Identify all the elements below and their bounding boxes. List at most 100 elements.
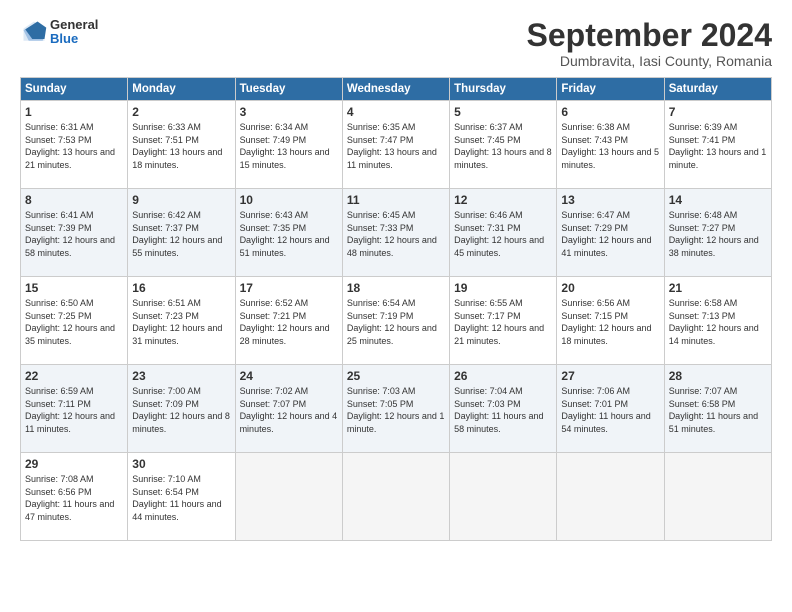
day-info: Sunrise: 7:08 AM Sunset: 6:56 PM Dayligh… — [25, 473, 123, 523]
day-number: 12 — [454, 193, 552, 207]
weekday-header: Saturday — [664, 78, 771, 101]
day-number: 26 — [454, 369, 552, 383]
day-number: 11 — [347, 193, 445, 207]
logo-general: General — [50, 18, 98, 32]
calendar-cell: 15 Sunrise: 6:50 AM Sunset: 7:25 PM Dayl… — [21, 277, 128, 365]
calendar-cell: 3 Sunrise: 6:34 AM Sunset: 7:49 PM Dayli… — [235, 101, 342, 189]
month-title: September 2024 — [527, 18, 772, 53]
calendar-cell: 11 Sunrise: 6:45 AM Sunset: 7:33 PM Dayl… — [342, 189, 449, 277]
page: General Blue September 2024 Dumbravita, … — [0, 0, 792, 612]
calendar-week-row: 29 Sunrise: 7:08 AM Sunset: 6:56 PM Dayl… — [21, 453, 772, 541]
calendar-cell: 29 Sunrise: 7:08 AM Sunset: 6:56 PM Dayl… — [21, 453, 128, 541]
calendar-cell: 20 Sunrise: 6:56 AM Sunset: 7:15 PM Dayl… — [557, 277, 664, 365]
day-number: 17 — [240, 281, 338, 295]
calendar-cell: 13 Sunrise: 6:47 AM Sunset: 7:29 PM Dayl… — [557, 189, 664, 277]
calendar-cell: 8 Sunrise: 6:41 AM Sunset: 7:39 PM Dayli… — [21, 189, 128, 277]
day-number: 5 — [454, 105, 552, 119]
day-info: Sunrise: 6:41 AM Sunset: 7:39 PM Dayligh… — [25, 209, 123, 259]
day-info: Sunrise: 6:33 AM Sunset: 7:51 PM Dayligh… — [132, 121, 230, 171]
day-number: 10 — [240, 193, 338, 207]
calendar-cell: 17 Sunrise: 6:52 AM Sunset: 7:21 PM Dayl… — [235, 277, 342, 365]
day-number: 22 — [25, 369, 123, 383]
weekday-header: Wednesday — [342, 78, 449, 101]
calendar: SundayMondayTuesdayWednesdayThursdayFrid… — [20, 77, 772, 541]
day-number: 13 — [561, 193, 659, 207]
day-info: Sunrise: 7:04 AM Sunset: 7:03 PM Dayligh… — [454, 385, 552, 435]
calendar-cell: 2 Sunrise: 6:33 AM Sunset: 7:51 PM Dayli… — [128, 101, 235, 189]
day-info: Sunrise: 6:51 AM Sunset: 7:23 PM Dayligh… — [132, 297, 230, 347]
day-info: Sunrise: 6:50 AM Sunset: 7:25 PM Dayligh… — [25, 297, 123, 347]
day-info: Sunrise: 6:56 AM Sunset: 7:15 PM Dayligh… — [561, 297, 659, 347]
logo-icon — [20, 18, 48, 46]
calendar-cell: 16 Sunrise: 6:51 AM Sunset: 7:23 PM Dayl… — [128, 277, 235, 365]
day-number: 7 — [669, 105, 767, 119]
calendar-cell — [557, 453, 664, 541]
day-number: 28 — [669, 369, 767, 383]
calendar-week-row: 15 Sunrise: 6:50 AM Sunset: 7:25 PM Dayl… — [21, 277, 772, 365]
weekday-header: Friday — [557, 78, 664, 101]
day-info: Sunrise: 6:34 AM Sunset: 7:49 PM Dayligh… — [240, 121, 338, 171]
calendar-cell: 18 Sunrise: 6:54 AM Sunset: 7:19 PM Dayl… — [342, 277, 449, 365]
day-info: Sunrise: 6:37 AM Sunset: 7:45 PM Dayligh… — [454, 121, 552, 171]
day-number: 2 — [132, 105, 230, 119]
logo-text: General Blue — [50, 18, 98, 47]
day-info: Sunrise: 7:10 AM Sunset: 6:54 PM Dayligh… — [132, 473, 230, 523]
day-info: Sunrise: 7:03 AM Sunset: 7:05 PM Dayligh… — [347, 385, 445, 435]
calendar-cell — [235, 453, 342, 541]
calendar-cell: 21 Sunrise: 6:58 AM Sunset: 7:13 PM Dayl… — [664, 277, 771, 365]
calendar-cell — [342, 453, 449, 541]
calendar-cell: 23 Sunrise: 7:00 AM Sunset: 7:09 PM Dayl… — [128, 365, 235, 453]
calendar-cell: 6 Sunrise: 6:38 AM Sunset: 7:43 PM Dayli… — [557, 101, 664, 189]
calendar-cell: 25 Sunrise: 7:03 AM Sunset: 7:05 PM Dayl… — [342, 365, 449, 453]
day-info: Sunrise: 6:54 AM Sunset: 7:19 PM Dayligh… — [347, 297, 445, 347]
calendar-week-row: 22 Sunrise: 6:59 AM Sunset: 7:11 PM Dayl… — [21, 365, 772, 453]
day-info: Sunrise: 6:48 AM Sunset: 7:27 PM Dayligh… — [669, 209, 767, 259]
weekday-header: Monday — [128, 78, 235, 101]
day-number: 29 — [25, 457, 123, 471]
day-info: Sunrise: 6:58 AM Sunset: 7:13 PM Dayligh… — [669, 297, 767, 347]
day-number: 21 — [669, 281, 767, 295]
day-info: Sunrise: 6:35 AM Sunset: 7:47 PM Dayligh… — [347, 121, 445, 171]
calendar-cell: 4 Sunrise: 6:35 AM Sunset: 7:47 PM Dayli… — [342, 101, 449, 189]
calendar-cell: 30 Sunrise: 7:10 AM Sunset: 6:54 PM Dayl… — [128, 453, 235, 541]
weekday-header-row: SundayMondayTuesdayWednesdayThursdayFrid… — [21, 78, 772, 101]
calendar-cell: 24 Sunrise: 7:02 AM Sunset: 7:07 PM Dayl… — [235, 365, 342, 453]
calendar-cell: 28 Sunrise: 7:07 AM Sunset: 6:58 PM Dayl… — [664, 365, 771, 453]
calendar-cell — [664, 453, 771, 541]
day-number: 24 — [240, 369, 338, 383]
calendar-cell: 26 Sunrise: 7:04 AM Sunset: 7:03 PM Dayl… — [450, 365, 557, 453]
logo: General Blue — [20, 18, 98, 47]
day-number: 27 — [561, 369, 659, 383]
calendar-cell: 19 Sunrise: 6:55 AM Sunset: 7:17 PM Dayl… — [450, 277, 557, 365]
day-number: 3 — [240, 105, 338, 119]
day-number: 18 — [347, 281, 445, 295]
day-info: Sunrise: 6:43 AM Sunset: 7:35 PM Dayligh… — [240, 209, 338, 259]
day-info: Sunrise: 7:02 AM Sunset: 7:07 PM Dayligh… — [240, 385, 338, 435]
day-info: Sunrise: 6:55 AM Sunset: 7:17 PM Dayligh… — [454, 297, 552, 347]
location: Dumbravita, Iasi County, Romania — [527, 53, 772, 69]
day-info: Sunrise: 6:59 AM Sunset: 7:11 PM Dayligh… — [25, 385, 123, 435]
day-number: 6 — [561, 105, 659, 119]
day-number: 1 — [25, 105, 123, 119]
day-info: Sunrise: 7:00 AM Sunset: 7:09 PM Dayligh… — [132, 385, 230, 435]
day-info: Sunrise: 7:06 AM Sunset: 7:01 PM Dayligh… — [561, 385, 659, 435]
logo-blue: Blue — [50, 32, 98, 46]
day-info: Sunrise: 6:45 AM Sunset: 7:33 PM Dayligh… — [347, 209, 445, 259]
day-number: 9 — [132, 193, 230, 207]
calendar-cell: 5 Sunrise: 6:37 AM Sunset: 7:45 PM Dayli… — [450, 101, 557, 189]
weekday-header: Sunday — [21, 78, 128, 101]
day-info: Sunrise: 6:42 AM Sunset: 7:37 PM Dayligh… — [132, 209, 230, 259]
day-number: 4 — [347, 105, 445, 119]
day-info: Sunrise: 6:47 AM Sunset: 7:29 PM Dayligh… — [561, 209, 659, 259]
weekday-header: Tuesday — [235, 78, 342, 101]
calendar-cell: 12 Sunrise: 6:46 AM Sunset: 7:31 PM Dayl… — [450, 189, 557, 277]
day-number: 14 — [669, 193, 767, 207]
header: General Blue September 2024 Dumbravita, … — [20, 18, 772, 69]
calendar-cell: 9 Sunrise: 6:42 AM Sunset: 7:37 PM Dayli… — [128, 189, 235, 277]
day-number: 8 — [25, 193, 123, 207]
day-info: Sunrise: 7:07 AM Sunset: 6:58 PM Dayligh… — [669, 385, 767, 435]
calendar-cell: 27 Sunrise: 7:06 AM Sunset: 7:01 PM Dayl… — [557, 365, 664, 453]
calendar-cell — [450, 453, 557, 541]
day-number: 25 — [347, 369, 445, 383]
day-info: Sunrise: 6:46 AM Sunset: 7:31 PM Dayligh… — [454, 209, 552, 259]
